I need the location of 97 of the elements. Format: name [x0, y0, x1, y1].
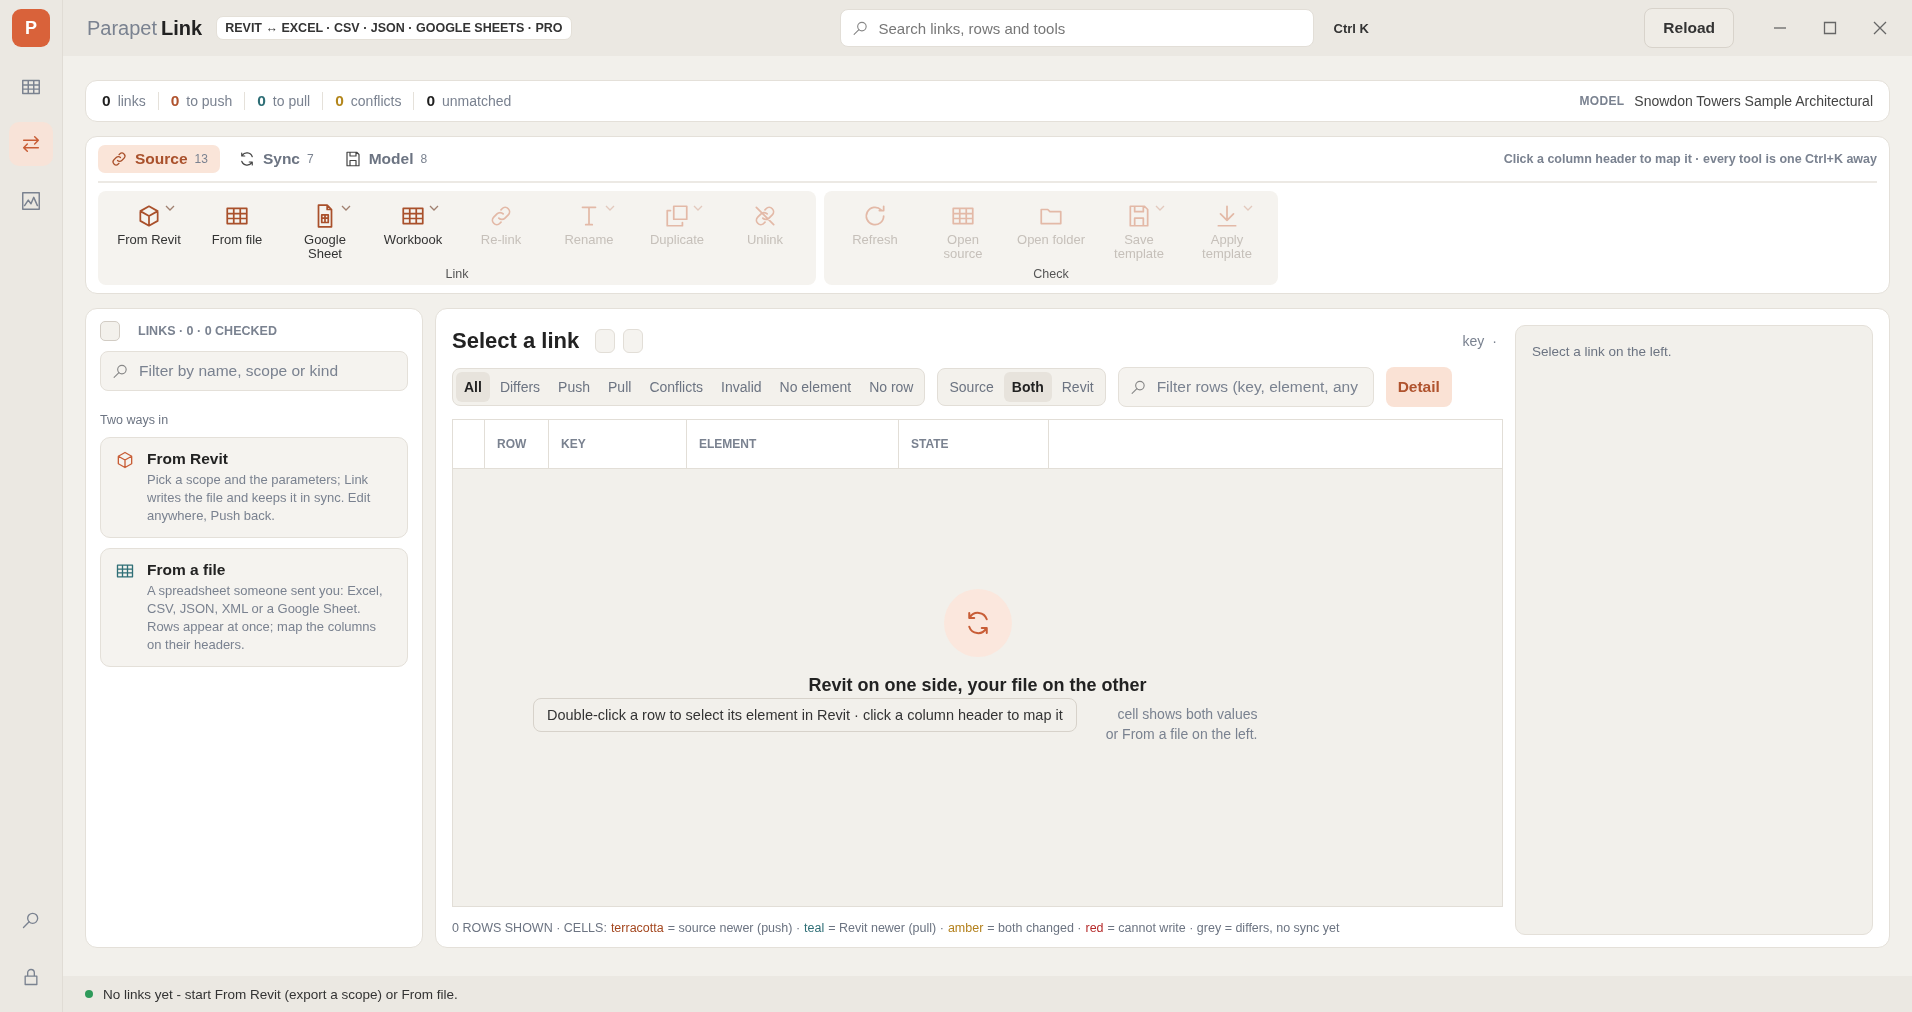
unlink-icon	[752, 203, 778, 229]
maximize-icon[interactable]	[1822, 20, 1838, 36]
search-field[interactable]: Search links, rows and tools	[839, 9, 1314, 47]
side-option[interactable]: Source	[941, 372, 1002, 402]
filter-field[interactable]: Filter by name, scope or kind	[100, 351, 408, 391]
section-label: Two ways in	[100, 413, 170, 427]
cube-icon	[136, 203, 162, 229]
option-title: From a file	[147, 561, 227, 579]
legend-text: = Revit newer (pull) ·	[828, 921, 944, 935]
side-option[interactable]: Revit	[1053, 372, 1102, 402]
stat-count: 0	[102, 92, 111, 110]
ribbon-button[interactable]: Workbook	[370, 195, 456, 265]
caret-icon	[693, 205, 703, 212]
stat-label: to push	[186, 93, 233, 109]
side-option[interactable]: Both	[1003, 372, 1052, 402]
tab[interactable]: Sync 7	[225, 145, 326, 173]
option-description: A spreadsheet someone sent you: Excel, CSV, JSON, XML or a Google Sheet. Rows appear at once; map the columns on their headers.	[147, 582, 384, 654]
filter-option[interactable]: All	[456, 372, 490, 402]
key-label: key	[1462, 333, 1485, 349]
filter-option[interactable]: No element	[771, 372, 860, 402]
empty-chip	[623, 329, 644, 353]
option-card[interactable]: From a file A spreadsheet someone sent you: Excel, CSV, JSON, XML or a Google Sheet. Rows appear at once; map the columns on their headers.	[100, 548, 408, 667]
stat-count: 0	[170, 92, 180, 110]
stat-count: 0	[335, 92, 344, 110]
empty-title: Revit on one side, your file on the other	[808, 675, 1147, 696]
option-title: From Revit	[147, 450, 229, 468]
caret-icon	[341, 205, 351, 212]
filter-option[interactable]: Invalid	[713, 372, 770, 402]
copy-icon	[664, 203, 690, 229]
tab[interactable]: Model 8	[331, 145, 440, 173]
ribbon-button[interactable]: From Revit	[106, 195, 192, 265]
caret-icon	[165, 205, 175, 212]
hint-text: Click a column header to map it · every tool is one Ctrl+K away	[1503, 152, 1877, 166]
links-heading: LINKS · 0 · 0 CHECKED	[138, 324, 277, 338]
stat-label: conflicts	[350, 93, 402, 109]
link-icon	[110, 150, 128, 168]
filter-option[interactable]: Differs	[491, 372, 549, 402]
filter-option[interactable]: Push	[550, 372, 598, 402]
chart-icon	[20, 190, 42, 212]
formats-badge: REVIT ↔ EXCEL · CSV · JSON · GOOGLE SHEETS · PRO	[216, 16, 572, 40]
stat-label: unmatched	[442, 93, 512, 109]
status-text: No links yet - start From Revit (export a scope) or From file.	[103, 986, 458, 1002]
filter-option[interactable]: Conflicts	[641, 372, 712, 402]
option-description: Pick a scope and the parameters; Link writes the file and keeps it in sync. Edit anywhere, Push back.	[147, 471, 372, 525]
group-label: Check	[1033, 267, 1069, 281]
model-name: Snowdon Towers Sample Architectural	[1634, 93, 1873, 109]
ribbon-button[interactable]: Google Sheet	[282, 195, 368, 265]
legend-key: terracotta	[610, 921, 664, 935]
checkbox[interactable]	[100, 321, 120, 341]
save-icon	[343, 150, 362, 168]
column-header[interactable]: KEY	[549, 420, 687, 468]
row-filter-field[interactable]: Filter rows (key, element, any	[1117, 367, 1374, 407]
column-header[interactable]: ELEMENT	[687, 420, 899, 468]
panel-title: Select a link	[452, 328, 580, 354]
group-label: Link	[445, 267, 469, 281]
caret-icon	[429, 205, 439, 212]
caret-icon	[1155, 205, 1165, 212]
caret-icon	[1243, 205, 1253, 212]
column-header[interactable]: ROW	[485, 420, 549, 468]
filter-option[interactable]: Pull	[600, 372, 640, 402]
ribbon-button[interactable]: From file	[194, 195, 280, 265]
legend-text: = source newer (push) ·	[667, 921, 801, 935]
caret-icon	[605, 205, 615, 212]
detail-panel: Select a link on the left.	[1515, 325, 1873, 935]
app-name-bold: Link	[161, 16, 203, 40]
reload-button[interactable]: Reload	[1644, 8, 1734, 48]
app-name: Parapet	[87, 16, 158, 40]
detail-button[interactable]: Detail	[1385, 367, 1452, 407]
app-logo: P	[12, 9, 50, 47]
nav-button[interactable]	[9, 122, 53, 166]
filter-option[interactable]: No row	[861, 372, 922, 402]
key-value: ·	[1492, 333, 1497, 349]
stat-count: 0	[426, 92, 435, 110]
legend-text: = both changed ·	[987, 921, 1082, 935]
legend-key: red	[1085, 921, 1104, 935]
empty-chip	[595, 329, 616, 353]
option-card[interactable]: From Revit Pick a scope and the parameters; Link writes the file and keeps it in sync. Edit anywhere, Push back.	[100, 437, 408, 538]
legend-key: amber	[947, 921, 984, 935]
shortcut-hint: Ctrl K	[1333, 20, 1369, 36]
save-icon	[1126, 203, 1152, 229]
stat-label: to pull	[272, 93, 311, 109]
stat-label: links	[117, 93, 146, 109]
column-header[interactable]: STATE	[899, 420, 1049, 468]
tab[interactable]: Source 13	[98, 145, 220, 173]
legend-key: teal	[804, 921, 825, 935]
legend-text: 0 ROWS SHOWN · CELLS:	[452, 921, 607, 935]
swap-arrows-icon	[20, 133, 42, 155]
empty-description: or From a file on the left.	[1105, 725, 1258, 744]
legend-text: = cannot write · grey = differs, no sync yet	[1107, 921, 1340, 935]
stat-count: 0	[257, 92, 266, 110]
cube-icon	[115, 450, 135, 470]
tooltip: Double-click a row to select its element in Revit · click a column header to map it	[533, 698, 1077, 732]
search-icon	[21, 910, 41, 930]
model-label: MODEL	[1579, 94, 1625, 108]
refresh-icon	[862, 203, 888, 229]
close-icon[interactable]	[1872, 20, 1888, 36]
empty-description: cell shows both values	[1117, 705, 1258, 724]
